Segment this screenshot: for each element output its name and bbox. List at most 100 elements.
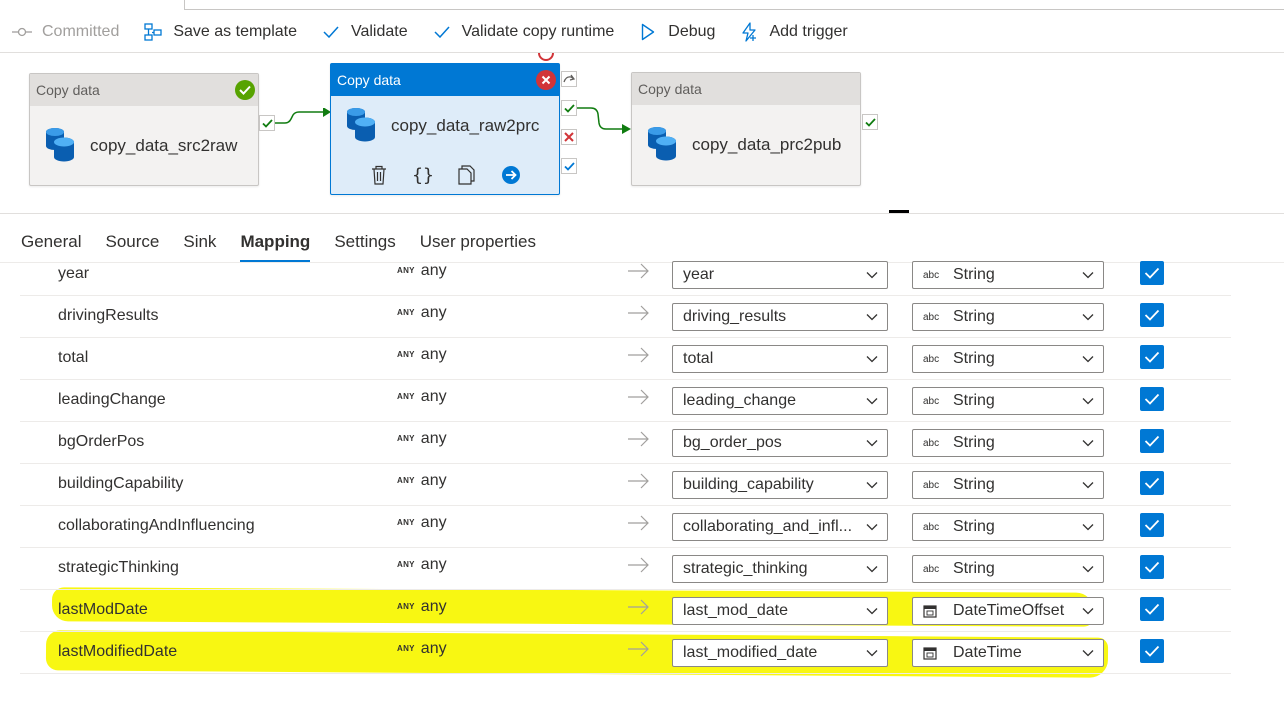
activity-header: Copy data [30, 74, 258, 106]
activity-copy-data-src2raw[interactable]: Copy data copy_data_src2raw [29, 73, 259, 186]
source-type: ANY any [397, 304, 447, 322]
delete-icon[interactable] [368, 164, 390, 186]
toolbar: Committed Save as template Validate Vali… [0, 14, 1284, 50]
destination-column-value: leading_change [683, 392, 796, 409]
debug-button[interactable]: Debug [626, 14, 727, 50]
source-type-label: any [420, 304, 447, 321]
activity-copy-data-prc2pub[interactable]: Copy data copy_data_prc2pub [631, 72, 861, 186]
mapping-row: year ANY any year abc String [20, 254, 1231, 296]
top-divider [184, 0, 1284, 10]
destination-column-dropdown[interactable]: last_modified_date [672, 639, 888, 667]
validate-copy-runtime-button[interactable]: Validate copy runtime [420, 14, 627, 50]
source-column-name: drivingResults [58, 307, 159, 324]
success-output-port[interactable] [561, 100, 577, 116]
source-column-name: lastModDate [58, 601, 148, 618]
source-column-name: lastModifiedDate [58, 643, 178, 660]
arrow-right-icon [627, 640, 651, 658]
dependency-connector [577, 107, 631, 134]
destination-column-dropdown[interactable]: driving_results [672, 303, 888, 331]
panel-divider [0, 213, 1284, 214]
failure-output-port[interactable] [561, 129, 577, 145]
destination-column-value: bg_order_pos [683, 434, 782, 451]
destination-column-dropdown[interactable]: total [672, 345, 888, 373]
error-status-icon [536, 70, 556, 90]
skip-output-port[interactable] [561, 71, 577, 87]
validate-button[interactable]: Validate [309, 14, 420, 50]
activity-type-label: Copy data [337, 72, 401, 88]
destination-column-dropdown[interactable]: collaborating_and_infl... [672, 513, 888, 541]
destination-type-dropdown[interactable]: DateTimeOffset [912, 597, 1104, 625]
destination-column-value: last_modified_date [683, 644, 818, 661]
include-column-checkbox[interactable] [1140, 555, 1164, 579]
destination-type-dropdown[interactable]: abc String [912, 345, 1104, 373]
chevron-down-icon [857, 355, 887, 363]
string-type-icon: abc [923, 522, 945, 533]
mapping-row: total ANY any total abc String [20, 338, 1231, 380]
validate-label: Validate [350, 23, 408, 40]
completion-output-port[interactable] [561, 158, 577, 174]
destination-type-dropdown[interactable]: DateTime [912, 639, 1104, 667]
arrow-right-icon [627, 388, 651, 406]
string-type-icon: abc [923, 564, 945, 575]
arrow-right-icon [627, 262, 651, 280]
chevron-down-icon [857, 397, 887, 405]
include-column-checkbox[interactable] [1140, 597, 1164, 621]
include-column-checkbox[interactable] [1140, 513, 1164, 537]
save-as-template-button[interactable]: Save as template [131, 14, 309, 50]
destination-type-dropdown[interactable]: abc String [912, 471, 1104, 499]
source-column-name: total [58, 349, 89, 366]
activity-copy-data-raw2prc[interactable]: Copy data copy_data_raw2prc {} [330, 63, 560, 195]
include-column-checkbox[interactable] [1140, 261, 1164, 285]
include-column-checkbox[interactable] [1140, 387, 1164, 411]
include-column-checkbox[interactable] [1140, 303, 1164, 327]
add-trigger-button[interactable]: Add trigger [727, 14, 859, 50]
string-type-icon: abc [923, 396, 945, 407]
source-type-label: any [420, 598, 447, 615]
any-type-icon: ANY [397, 518, 415, 527]
destination-column-dropdown[interactable]: bg_order_pos [672, 429, 888, 457]
success-output-port[interactable] [862, 114, 878, 130]
go-to-arrow-icon[interactable] [500, 164, 522, 186]
arrow-right-icon [627, 598, 651, 616]
include-column-checkbox[interactable] [1140, 639, 1164, 663]
destination-column-dropdown[interactable]: last_mod_date [672, 597, 888, 625]
destination-column-dropdown[interactable]: strategic_thinking [672, 555, 888, 583]
source-type-label: any [420, 388, 447, 405]
checkmark-icon [321, 22, 341, 42]
chevron-down-icon [857, 565, 887, 573]
string-type-label: abc [923, 437, 940, 449]
calendar-icon [923, 604, 945, 618]
destination-column-dropdown[interactable]: building_capability [672, 471, 888, 499]
destination-column-value: strategic_thinking [683, 560, 808, 577]
destination-type-dropdown[interactable]: abc String [912, 261, 1104, 289]
destination-type-dropdown[interactable]: abc String [912, 303, 1104, 331]
code-braces-icon[interactable]: {} [412, 164, 434, 186]
destination-column-dropdown[interactable]: leading_change [672, 387, 888, 415]
copy-icon[interactable] [456, 164, 478, 186]
chevron-down-icon [1073, 439, 1103, 447]
destination-type-dropdown[interactable]: abc String [912, 555, 1104, 583]
include-column-checkbox[interactable] [1140, 471, 1164, 495]
pipeline-canvas[interactable]: Copy data copy_data_src2raw Copy data co… [0, 53, 1284, 213]
destination-type-dropdown[interactable]: abc String [912, 387, 1104, 415]
destination-type-value: DateTime [953, 644, 1022, 661]
destination-column-value: year [683, 266, 715, 283]
destination-type-dropdown[interactable]: abc String [912, 429, 1104, 457]
success-output-port[interactable] [259, 115, 275, 131]
include-column-checkbox[interactable] [1140, 345, 1164, 369]
panel-resize-handle[interactable] [889, 210, 909, 213]
chevron-down-icon [857, 313, 887, 321]
chevron-down-icon [1073, 565, 1103, 573]
include-column-checkbox[interactable] [1140, 429, 1164, 453]
string-type-label: abc [923, 395, 940, 407]
any-type-icon: ANY [397, 476, 415, 485]
any-type-icon: ANY [397, 308, 415, 317]
chevron-down-icon [857, 649, 887, 657]
calendar-icon [923, 646, 945, 660]
destination-type-dropdown[interactable]: abc String [912, 513, 1104, 541]
dependency-connector [275, 108, 331, 124]
destination-type-value: String [953, 350, 995, 367]
destination-column-dropdown[interactable]: year [672, 261, 888, 289]
source-type: ANY any [397, 388, 447, 406]
activity-type-label: Copy data [638, 81, 702, 97]
